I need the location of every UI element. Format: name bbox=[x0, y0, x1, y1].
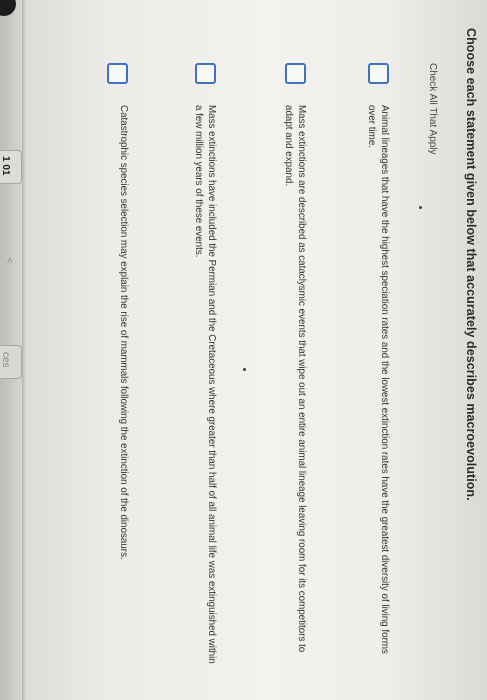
question-panel: Choose each statement given below that a… bbox=[8, 28, 478, 678]
option-text: Mass extinctions have included the Permi… bbox=[193, 105, 217, 664]
option-checkbox[interactable] bbox=[368, 63, 389, 84]
option-text: Catastrophic species selection may expla… bbox=[118, 105, 129, 560]
option-checkbox[interactable] bbox=[107, 63, 128, 84]
corner-badge bbox=[0, 0, 16, 16]
check-all-hint: Check All That Apply bbox=[427, 63, 438, 155]
answer-option[interactable]: Mass extinctions have included the Permi… bbox=[168, 63, 218, 678]
worksheet-page: 1 01 < ces Choose each statement given b… bbox=[0, 0, 487, 700]
answer-option[interactable]: Mass extinctions are described as catacl… bbox=[258, 63, 308, 678]
option-checkbox[interactable] bbox=[285, 63, 306, 84]
answer-option[interactable]: Animal lineages that have the highest sp… bbox=[341, 63, 391, 678]
answer-option[interactable]: Catastrophic species selection may expla… bbox=[80, 63, 130, 678]
stray-mark bbox=[419, 206, 422, 209]
stray-mark bbox=[243, 368, 246, 371]
option-text: Animal lineages that have the highest sp… bbox=[366, 105, 390, 654]
option-text: Mass extinctions are described as catacl… bbox=[283, 105, 307, 653]
option-checkbox[interactable] bbox=[195, 63, 216, 84]
question-title: Choose each statement given below that a… bbox=[464, 28, 478, 501]
